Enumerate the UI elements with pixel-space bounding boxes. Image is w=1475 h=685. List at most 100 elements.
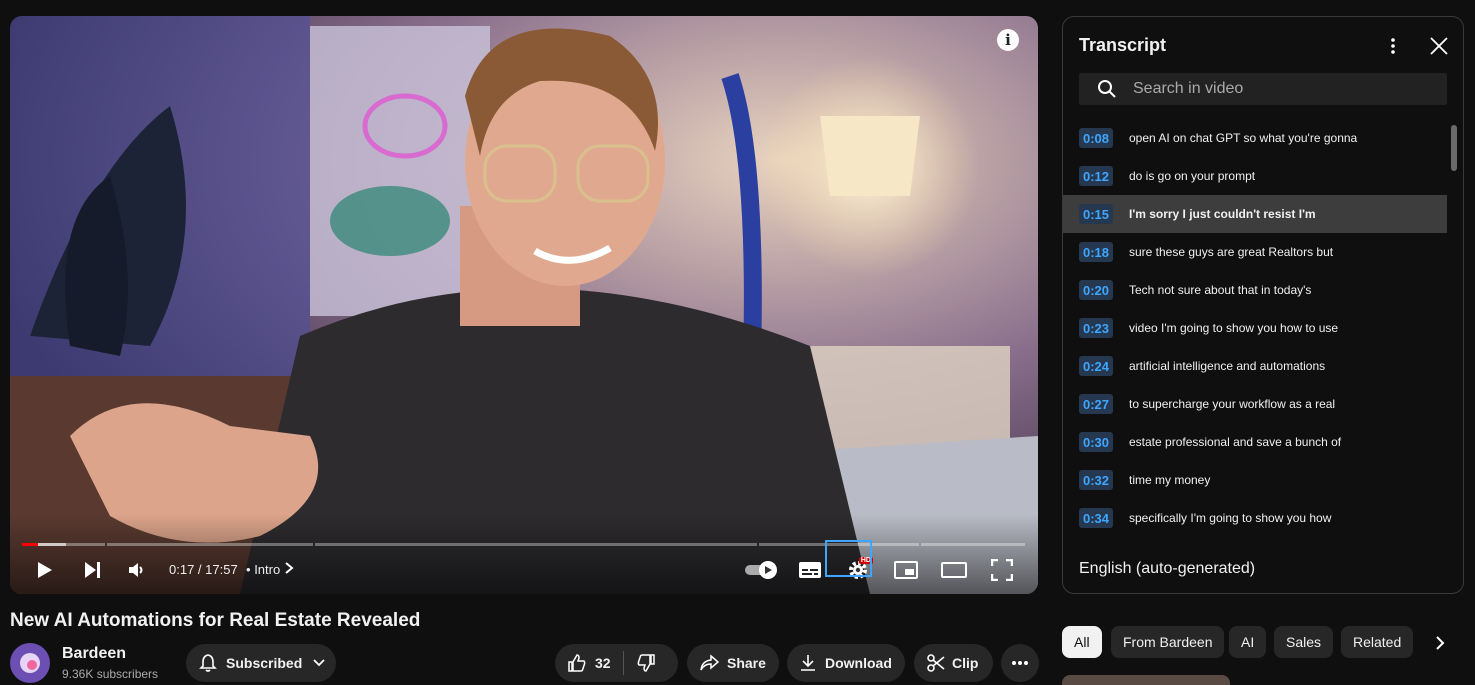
fullscreen-button[interactable] <box>982 554 1022 586</box>
segment-text: I'm sorry I just couldn't resist I'm <box>1129 207 1316 221</box>
language-selector[interactable]: English (auto-generated) <box>1079 560 1255 578</box>
mute-button[interactable] <box>117 554 157 586</box>
segment-text: estate professional and save a bunch of <box>1129 435 1342 449</box>
transcript-segment[interactable]: 0:32 time my money <box>1063 461 1447 499</box>
transcript-segment[interactable]: 0:30 estate professional and save a bunch… <box>1063 423 1447 461</box>
time-display: 0:17 / 17:57 <box>169 562 238 577</box>
chapter-segment <box>921 543 1025 546</box>
transcript-segment[interactable]: 0:20 Tech not sure about that in today's <box>1063 271 1447 309</box>
share-label: Share <box>727 655 766 671</box>
chapter-segment <box>315 543 757 546</box>
chip-from-bardeen[interactable]: From Bardeen <box>1111 626 1225 658</box>
download-icon <box>801 655 815 671</box>
thumbs-up-icon <box>568 654 586 672</box>
info-icon[interactable]: i <box>997 29 1019 51</box>
chip-ai[interactable]: AI <box>1229 626 1267 658</box>
segment-text: sure these guys are great Realtors but <box>1129 245 1334 259</box>
chips-next-button[interactable] <box>1425 628 1455 658</box>
subtitles-button[interactable] <box>790 554 830 586</box>
close-button[interactable] <box>1427 34 1451 58</box>
played-bar <box>22 543 39 546</box>
bell-icon <box>199 654 217 672</box>
clip-label: Clip <box>952 655 979 671</box>
close-icon <box>1430 37 1448 55</box>
autoplay-toggle[interactable] <box>741 554 781 586</box>
transcript-segment[interactable]: 0:23 video I'm going to show you how to u… <box>1063 309 1447 347</box>
transcript-search <box>1079 73 1447 105</box>
theater-mode-button[interactable] <box>934 554 974 586</box>
play-icon <box>38 562 52 578</box>
download-button[interactable]: Download <box>787 644 905 682</box>
subscribe-label: Subscribed <box>226 655 303 671</box>
scissors-icon <box>927 654 945 672</box>
share-icon <box>700 654 719 671</box>
transcript-segment[interactable]: 0:27 to supercharge your workflow as a re… <box>1063 385 1447 423</box>
captions-icon <box>799 562 821 578</box>
segment-text: video I'm going to show you how to use <box>1129 321 1339 335</box>
segment-timestamp: 0:34 <box>1079 508 1113 528</box>
segment-timestamp: 0:32 <box>1079 470 1113 490</box>
miniplayer-icon <box>894 561 918 579</box>
more-actions-button[interactable] <box>1001 644 1039 682</box>
separator-dot: • <box>246 562 251 577</box>
share-button[interactable]: Share <box>687 644 779 682</box>
progress-bar[interactable] <box>22 543 1025 546</box>
transcript-menu-button[interactable] <box>1381 34 1405 58</box>
transcript-segment[interactable]: 0:18 sure these guys are great Realtors b… <box>1063 233 1447 271</box>
chip-related[interactable]: Related <box>1341 626 1414 658</box>
segment-timestamp: 0:18 <box>1079 242 1113 262</box>
segment-text: do is go on your prompt <box>1129 169 1256 183</box>
autoplay-icon <box>745 561 777 579</box>
segment-text: Tech not sure about that in today's <box>1129 283 1312 297</box>
chip-all[interactable]: All <box>1062 626 1102 658</box>
recommended-thumbnail[interactable] <box>1062 675 1230 685</box>
next-button[interactable] <box>72 554 112 586</box>
segment-timestamp: 0:27 <box>1079 394 1113 414</box>
segment-timestamp: 0:20 <box>1079 280 1113 300</box>
dislike-button[interactable] <box>624 644 656 682</box>
segment-text: artificial intelligence and automations <box>1129 359 1326 373</box>
play-button[interactable] <box>24 554 64 586</box>
clip-button[interactable]: Clip <box>914 644 993 682</box>
subscribe-button[interactable]: Subscribed <box>186 644 336 682</box>
miniplayer-button[interactable] <box>886 554 926 586</box>
search-icon <box>1098 80 1116 98</box>
fullscreen-icon <box>991 559 1013 581</box>
chevron-right-icon <box>285 562 294 574</box>
more-vertical-icon <box>1391 38 1395 54</box>
transcript-segment[interactable]: 0:15 I'm sorry I just couldn't resist I'm <box>1063 195 1447 233</box>
chapter-title: Intro <box>254 562 281 577</box>
channel-avatar[interactable] <box>10 643 50 683</box>
segment-timestamp: 0:12 <box>1079 166 1113 186</box>
player-controls: 0:17 / 17:57 • Intro HD <box>10 554 1038 586</box>
subscriber-count: 9.36K subscribers <box>62 667 159 681</box>
chevron-right-icon <box>1436 636 1445 650</box>
thumbs-down-icon <box>637 654 655 672</box>
scrollbar-thumb[interactable] <box>1451 125 1457 171</box>
segment-text: open AI on chat GPT so what you're gonna <box>1129 131 1358 145</box>
like-button[interactable]: 32 <box>555 644 611 682</box>
chip-sales[interactable]: Sales <box>1274 626 1334 658</box>
transcript-title: Transcript <box>1079 35 1167 55</box>
segment-timestamp: 0:23 <box>1079 318 1113 338</box>
download-label: Download <box>825 655 892 671</box>
like-dislike-group: 32 <box>555 644 678 682</box>
transcript-segment[interactable]: 0:24 artificial intelligence and automati… <box>1063 347 1447 385</box>
search-input[interactable] <box>1133 80 1413 98</box>
segment-timestamp: 0:24 <box>1079 356 1113 376</box>
transcript-segment[interactable]: 0:34 specifically I'm going to show you h… <box>1063 499 1447 537</box>
segment-text: time my money <box>1129 473 1211 487</box>
video-frame <box>10 16 1038 594</box>
channel-name[interactable]: Bardeen <box>62 645 126 663</box>
chapter-segment <box>107 543 313 546</box>
volume-icon <box>129 563 143 577</box>
chevron-down-icon <box>313 659 325 667</box>
video-player[interactable]: i 0:17 / 17:57 • Intro HD <box>10 16 1038 594</box>
transcript-segment[interactable]: 0:12 do is go on your prompt <box>1063 157 1447 195</box>
like-count: 32 <box>595 655 611 671</box>
theater-icon <box>941 562 967 578</box>
transcript-segment[interactable]: 0:08 open AI on chat GPT so what you're g… <box>1063 119 1447 157</box>
bardeen-logo-icon <box>20 653 40 673</box>
segment-text: specifically I'm going to show you how <box>1129 511 1332 525</box>
chapter-button[interactable]: • Intro <box>246 562 294 577</box>
